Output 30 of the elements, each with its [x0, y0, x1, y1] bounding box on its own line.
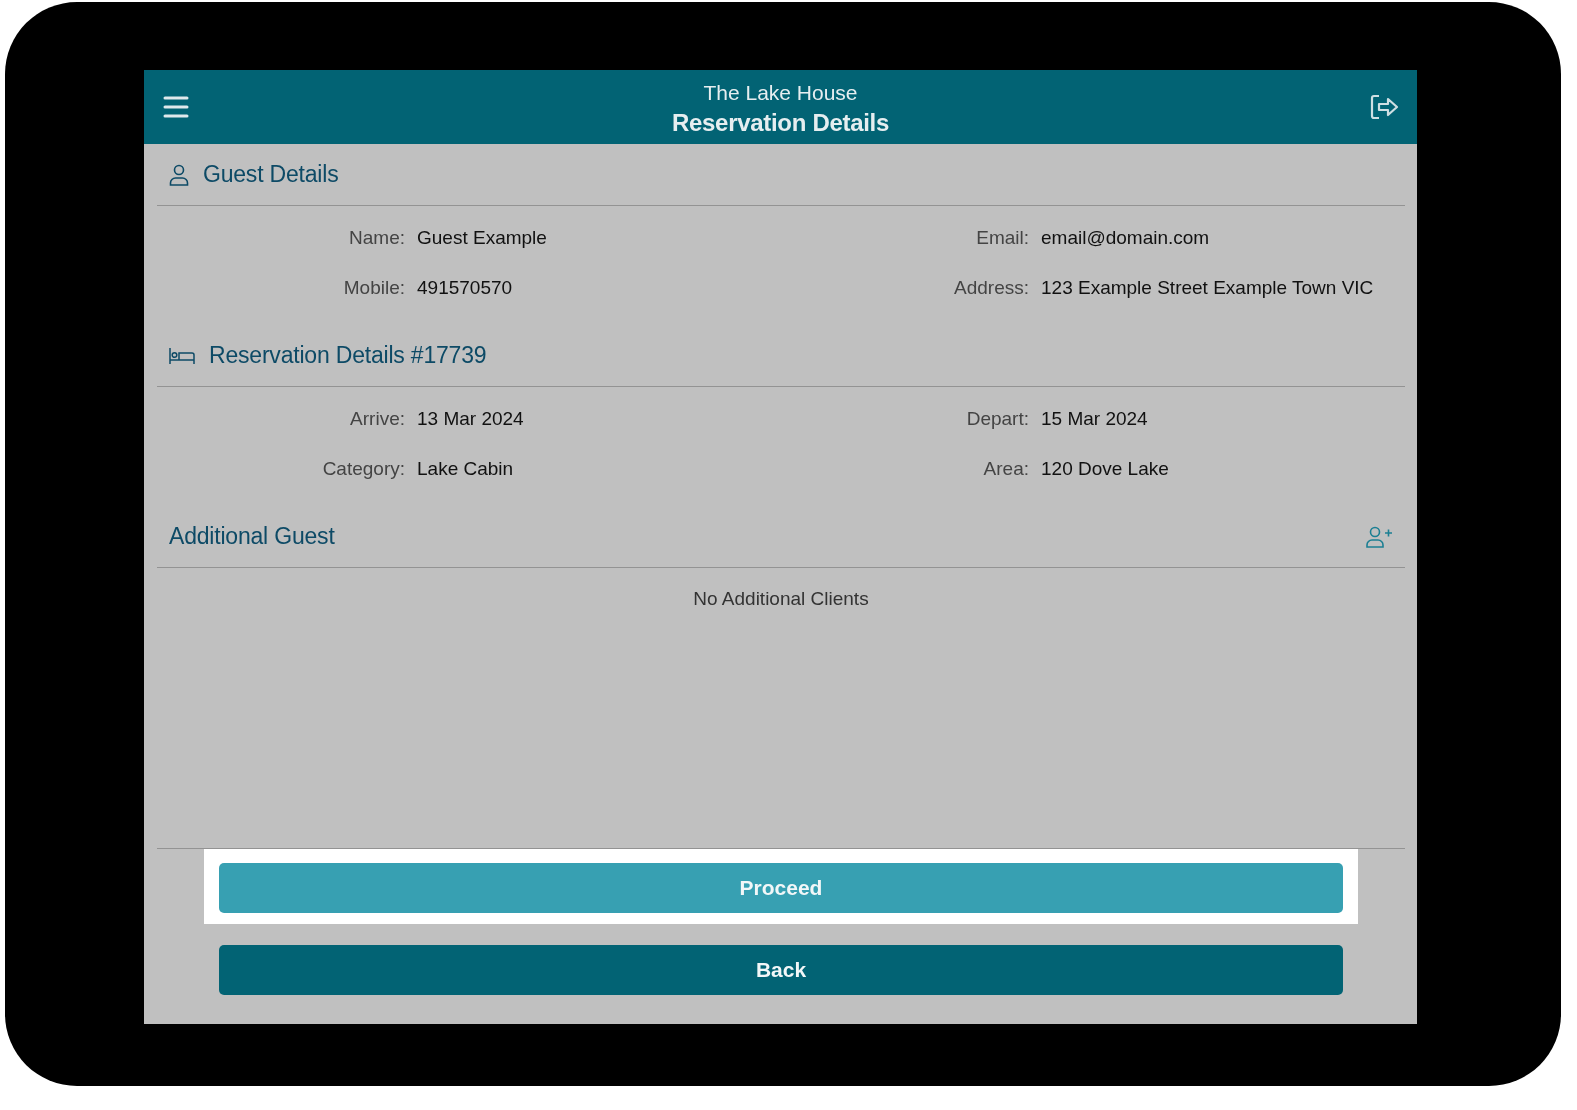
- page-title: Reservation Details: [671, 109, 890, 137]
- field-label: Area:: [982, 458, 1029, 480]
- field-label: Mobile:: [342, 277, 405, 299]
- field-value: 15 Mar 2024: [1041, 408, 1149, 430]
- field-value: 123 Example Street Example Town VIC: [1041, 277, 1375, 299]
- field-label: Depart:: [965, 408, 1029, 430]
- empty-message: No Additional Clients: [692, 587, 870, 610]
- add-person-icon[interactable]: [1366, 525, 1393, 548]
- section-title: Additional Guest: [169, 523, 336, 550]
- section-title: Reservation Details #17739: [209, 342, 488, 369]
- field-value: Lake Cabin: [417, 458, 515, 480]
- bed-icon: [169, 346, 195, 365]
- back-button[interactable]: Back: [219, 945, 1343, 995]
- logout-button[interactable]: [1370, 94, 1400, 120]
- field-value: 13 Mar 2024: [417, 408, 525, 430]
- field-label: Arrive:: [349, 408, 405, 430]
- field-value: 491570570: [417, 277, 514, 299]
- menu-icon: [163, 96, 189, 118]
- section-title: Guest Details: [203, 161, 340, 188]
- field-label: Address:: [953, 277, 1029, 299]
- field-label: Name:: [348, 227, 405, 249]
- field-value: 120 Dove Lake: [1041, 458, 1170, 480]
- logout-icon: [1370, 94, 1400, 120]
- field-value: Guest Example: [417, 227, 548, 249]
- menu-button[interactable]: [163, 96, 189, 118]
- field-value: email@domain.com: [1041, 227, 1211, 249]
- field-label: Category:: [321, 458, 405, 480]
- person-icon: [169, 163, 189, 186]
- venue-name: The Lake House: [703, 81, 858, 105]
- field-label: Email:: [975, 227, 1029, 249]
